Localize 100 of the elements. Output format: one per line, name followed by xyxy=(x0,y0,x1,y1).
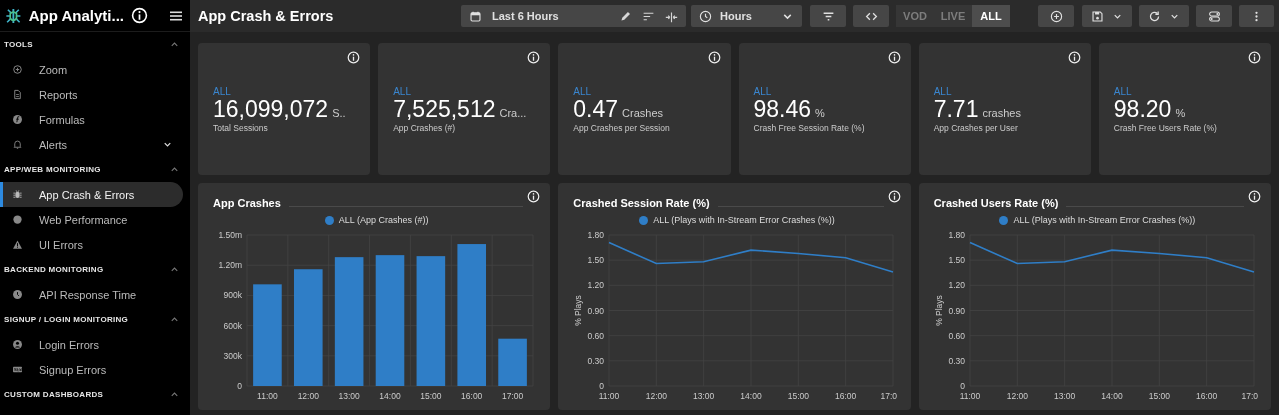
axis-label: 14:00 xyxy=(379,391,401,401)
info-icon[interactable] xyxy=(1067,51,1081,64)
axis-label: 16:00 xyxy=(1195,391,1217,401)
toggles-button[interactable] xyxy=(1196,5,1232,27)
metric-value: 0.47 xyxy=(573,97,619,121)
bug-icon xyxy=(12,189,23,200)
legend-label[interactable]: ALL (Plays with In-Stream Error Crashes (%)) xyxy=(653,215,835,225)
axis-label: 0.30 xyxy=(587,355,605,366)
axis-label: 600k xyxy=(223,320,242,331)
chart-title: App Crashes xyxy=(213,196,281,209)
metric-caption: App Crashes (#) xyxy=(393,123,456,133)
refresh-icon xyxy=(1148,9,1161,23)
app-title: App Analyti... xyxy=(28,7,124,24)
axis-title: % Plays xyxy=(573,295,584,326)
legend-label[interactable]: ALL (Plays with In-Stream Error Crashes (%)) xyxy=(1013,215,1196,225)
axis-label: 0.30 xyxy=(948,355,965,366)
sidebar-item[interactable]: Web Performance xyxy=(0,207,183,232)
sidebar-item[interactable]: API Response Time xyxy=(0,282,183,307)
info-icon[interactable] xyxy=(1248,51,1261,64)
info-icon[interactable] xyxy=(887,190,901,203)
axis-label: 16:00 xyxy=(461,391,483,401)
add-icon xyxy=(1049,9,1063,23)
compress-button[interactable] xyxy=(665,9,678,23)
date-range-picker[interactable]: Last 6 Hours xyxy=(461,5,686,27)
sidebar-item[interactable]: UI Errors xyxy=(0,232,183,257)
info-icon[interactable] xyxy=(1248,190,1261,203)
mode-tab[interactable]: ALL xyxy=(972,5,1010,27)
axis-label: 17:00 xyxy=(501,391,524,401)
axis-label: 14:00 xyxy=(1101,391,1123,401)
clock-icon xyxy=(699,9,712,23)
edit-button[interactable] xyxy=(619,9,632,23)
axis-label: 1.50 xyxy=(587,255,605,266)
chart-title: Crashed Session Rate (%) xyxy=(573,196,710,209)
user-icon xyxy=(12,339,23,350)
metric-value: 98.20 xyxy=(1113,97,1172,121)
info-icon[interactable] xyxy=(527,51,541,64)
axis-label: 0 xyxy=(599,381,605,391)
section-header[interactable]: BACKEND MONITORING xyxy=(0,257,190,282)
sidebar-item[interactable]: Zoom xyxy=(0,57,183,82)
metric-value: 7.71 xyxy=(933,97,979,121)
sidebar-item[interactable]: App Crash & Errors xyxy=(0,182,183,207)
legend-label[interactable]: ALL (App Crashes (#)) xyxy=(338,215,429,225)
axis-label: 1.20m xyxy=(218,260,242,271)
metric-unit: Cra... xyxy=(499,107,527,119)
segment-label: ALL xyxy=(573,86,592,97)
segment-label: ALL xyxy=(393,86,411,97)
sidebar-item[interactable]: Reports xyxy=(0,82,183,107)
segment-label: ALL xyxy=(213,86,231,97)
page-title: App Crash & Errors xyxy=(197,8,335,24)
metric-value: 16,099,072 xyxy=(213,97,329,121)
section-header[interactable]: TOOLS xyxy=(0,32,190,57)
metric-unit: % xyxy=(1175,107,1186,119)
axis-label: 17:0 xyxy=(880,391,898,401)
info-icon[interactable] xyxy=(707,51,721,64)
metric-unit: S.. xyxy=(332,107,346,119)
axis-label: 0 xyxy=(959,381,965,391)
metric-caption: App Crashes per User xyxy=(933,123,1018,133)
info-icon[interactable] xyxy=(887,51,901,64)
metric-unit: % xyxy=(815,107,825,119)
axis-label: 17:0 xyxy=(1241,391,1258,401)
zoom-icon xyxy=(12,64,23,75)
axis-label: 15:00 xyxy=(420,391,442,401)
filter-button[interactable] xyxy=(810,5,846,27)
section-header[interactable]: CUSTOM DASHBOARDS xyxy=(0,382,190,407)
axis-label: 11:00 xyxy=(257,391,278,401)
axis-label: 0.60 xyxy=(587,330,605,341)
save-button[interactable] xyxy=(1082,5,1132,27)
section-header[interactable]: APP/WEB MONITORING xyxy=(0,157,190,182)
metric-value: 98.46 xyxy=(753,97,812,121)
granularity-dropdown[interactable]: Hours xyxy=(691,5,802,27)
bell-icon xyxy=(12,139,23,150)
circle-icon xyxy=(12,214,23,225)
axis-title: % Plays xyxy=(933,295,944,326)
axis-label: 16:00 xyxy=(835,391,857,401)
section-header[interactable]: SIGNUP / LOGIN MONITORING xyxy=(0,307,190,332)
segment-label: ALL xyxy=(933,86,952,97)
axis-label: 15:00 xyxy=(788,391,810,401)
axis-label: 300k xyxy=(223,350,242,361)
axis-label: 11:00 xyxy=(959,391,980,401)
metric-value: 7,525,512 xyxy=(393,97,496,121)
metric-caption: Crash Free Users Rate (%) xyxy=(1113,123,1217,133)
new-tag-icon xyxy=(12,364,23,375)
axis-label: 13:00 xyxy=(1053,391,1075,401)
refresh-button[interactable] xyxy=(1139,5,1189,27)
sidebar-item[interactable]: Login Errors xyxy=(0,332,183,357)
axis-label: 13:00 xyxy=(693,391,715,401)
sidebar-item[interactable]: Formulas xyxy=(0,107,183,132)
save-icon xyxy=(1091,9,1104,23)
sidebar-item[interactable]: Alerts xyxy=(0,132,183,157)
info-icon[interactable] xyxy=(347,51,361,64)
info-icon[interactable] xyxy=(527,190,541,203)
metric-caption: App Crashes per Session xyxy=(573,123,670,133)
sidebar-item[interactable]: Signup Errors xyxy=(0,357,183,382)
axis-label: 11:00 xyxy=(599,391,620,401)
axis-label: 1.50m xyxy=(218,230,242,240)
axis-label: 1.50 xyxy=(948,255,965,266)
code-button[interactable] xyxy=(853,5,889,27)
add-button[interactable] xyxy=(1038,5,1074,27)
metric-unit: Crashes xyxy=(622,107,664,119)
axis-label: 12:00 xyxy=(646,391,668,401)
